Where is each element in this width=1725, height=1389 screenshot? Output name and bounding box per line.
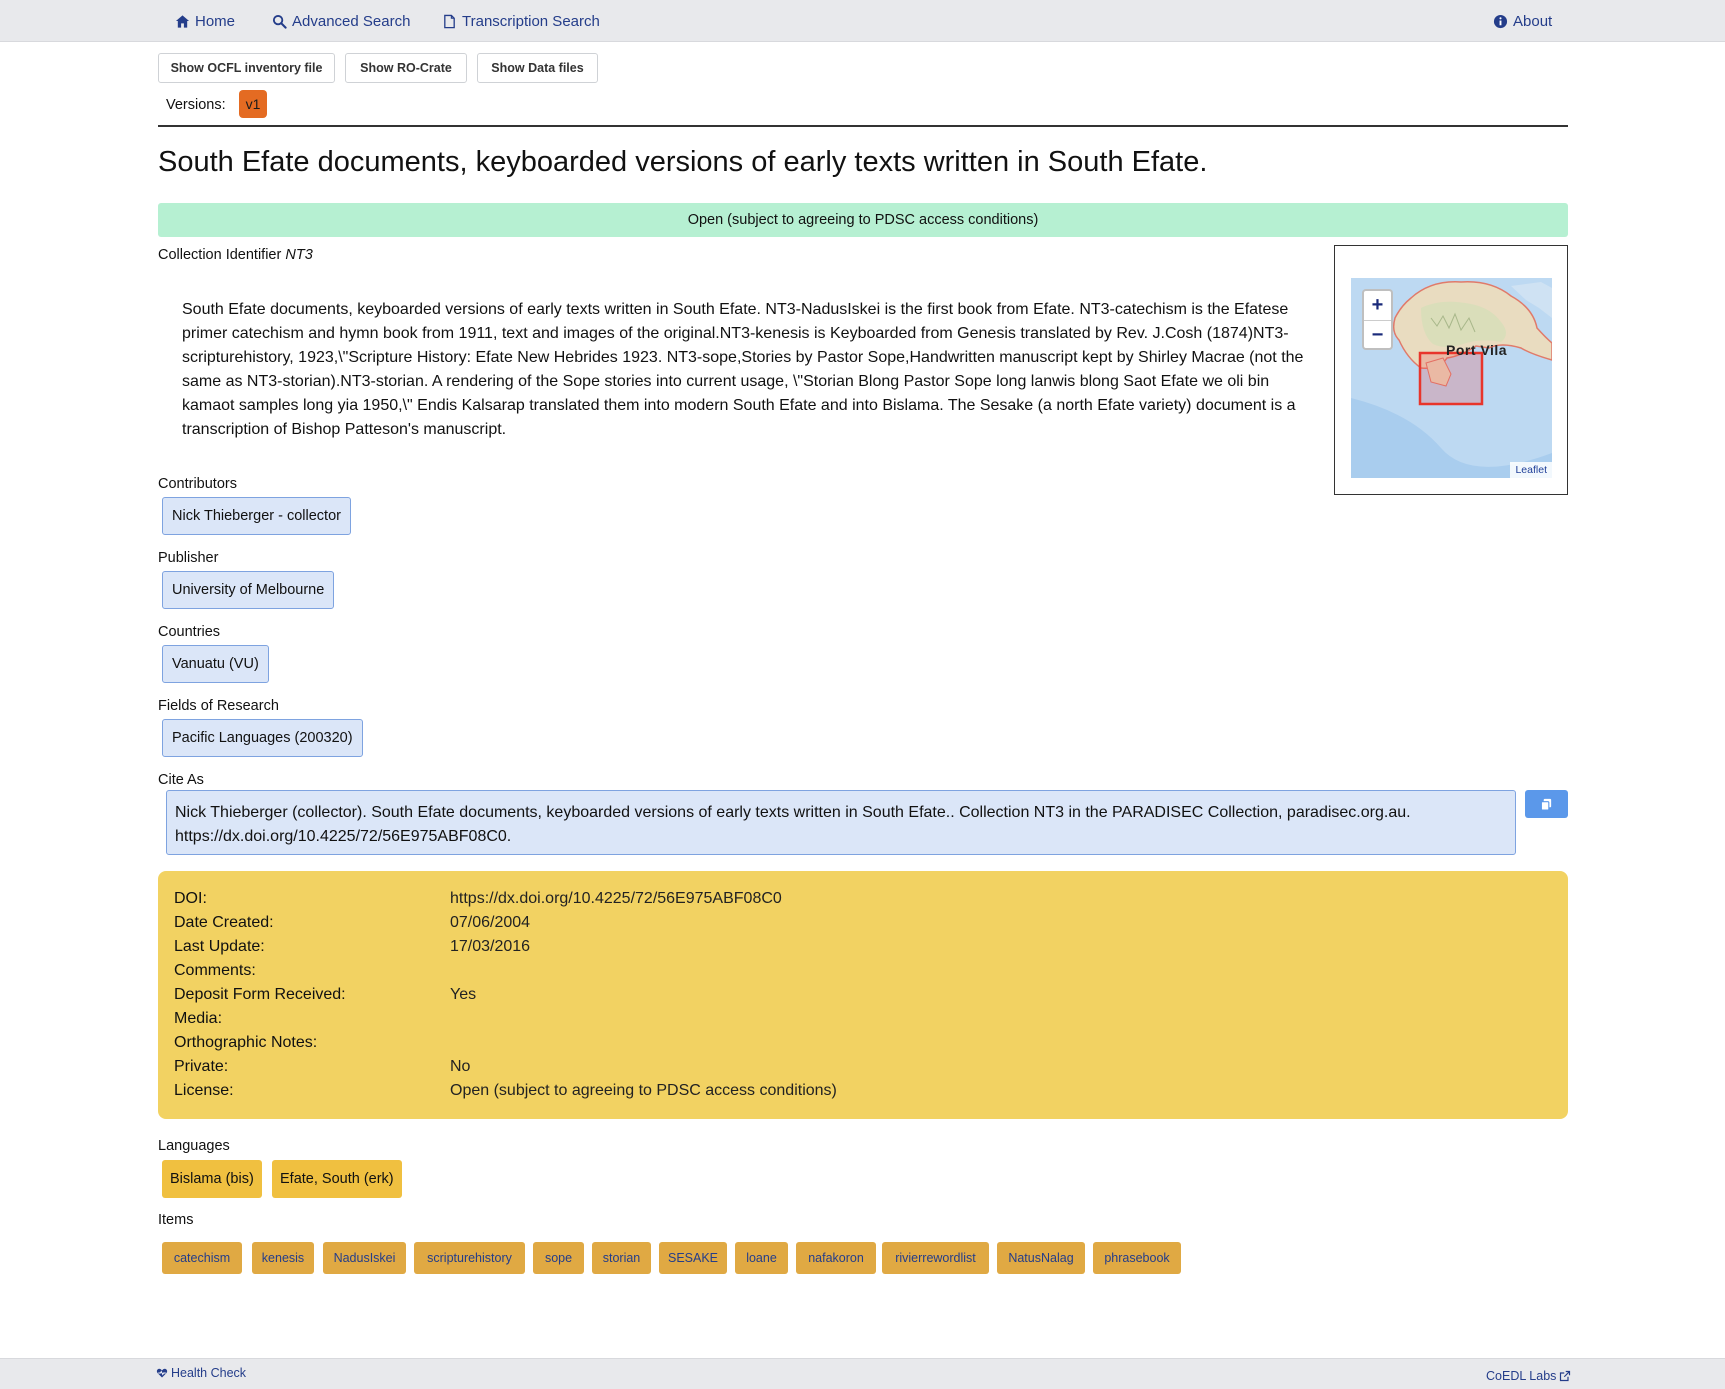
location-map[interactable]: + − Port Vila Leaflet <box>1351 278 1552 478</box>
item-chip-natusnalag[interactable]: NatusNalag <box>997 1242 1085 1274</box>
metadata-label-doi: DOI: <box>174 890 207 907</box>
map-zoom-out-button[interactable]: − <box>1364 320 1391 348</box>
show-ocfl-inventory-button[interactable]: Show OCFL inventory file <box>158 53 335 83</box>
items-label: Items <box>158 1212 194 1228</box>
metadata-label-date-created: Date Created: <box>174 914 274 931</box>
metadata-value-deposit-form: Yes <box>450 986 477 1003</box>
nav-advanced-search-label: Advanced Search <box>292 12 411 30</box>
item-chip-rivierrewordlist[interactable]: rivierrewordlist <box>882 1242 989 1274</box>
health-check-label: Health Check <box>171 1366 247 1380</box>
contributors-label: Contributors <box>158 476 237 492</box>
item-chip-sesake[interactable]: SESAKE <box>659 1242 727 1274</box>
metadata-panel: DOI: https://dx.doi.org/10.4225/72/56E97… <box>158 871 1568 1119</box>
nav-transcription-search-link[interactable]: Transcription Search <box>442 0 600 42</box>
item-chip-loane[interactable]: loane <box>735 1242 788 1274</box>
nav-about-label: About <box>1513 12 1553 30</box>
page-footer: Health Check CoEDL Labs <box>0 1358 1725 1389</box>
metadata-label-orthographic-notes: Orthographic Notes: <box>174 1034 318 1051</box>
metadata-label-deposit-form: Deposit Form Received: <box>174 986 346 1003</box>
copy-citation-button[interactable] <box>1525 790 1568 818</box>
nav-home-label: Home <box>195 12 236 30</box>
coedl-labs-link[interactable]: CoEDL Labs <box>1486 1369 1571 1383</box>
publisher-label: Publisher <box>158 550 219 566</box>
nav-about-link[interactable]: About <box>1493 0 1552 42</box>
contributor-chip[interactable]: Nick Thieberger - collector <box>162 497 351 535</box>
item-chip-scripturehistory[interactable]: scripturehistory <box>414 1242 525 1274</box>
metadata-label-last-update: Last Update: <box>174 938 265 955</box>
metadata-value-private: No <box>450 1058 471 1075</box>
collection-identifier-label: Collection Identifier <box>158 247 282 263</box>
field-of-research-chip[interactable]: Pacific Languages (200320) <box>162 719 363 757</box>
language-chip-bislama[interactable]: Bislama (bis) <box>162 1160 262 1198</box>
map-zoom-control: + − <box>1362 289 1393 350</box>
nav-transcription-search-label: Transcription Search <box>462 12 600 30</box>
versions-label: Versions: <box>166 97 226 113</box>
metadata-value-date-created: 07/06/2004 <box>450 914 531 931</box>
collection-identifier: Collection Identifier NT3 <box>158 246 313 264</box>
metadata-label-private: Private: <box>174 1058 229 1075</box>
info-icon <box>1493 14 1508 28</box>
metadata-label-comments: Comments: <box>174 962 256 979</box>
metadata-value-doi[interactable]: https://dx.doi.org/10.4225/72/56E975ABF0… <box>450 887 782 911</box>
title-divider <box>158 125 1568 127</box>
collection-description: South Efate documents, keyboarded versio… <box>182 301 1304 438</box>
country-chip[interactable]: Vanuatu (VU) <box>162 645 269 683</box>
version-v1-badge[interactable]: v1 <box>239 90 267 118</box>
item-chip-kenesis[interactable]: kenesis <box>252 1242 314 1274</box>
metadata-value-last-update: 17/03/2016 <box>450 938 531 955</box>
countries-label: Countries <box>158 624 221 640</box>
item-chip-phrasebook[interactable]: phrasebook <box>1093 1242 1181 1274</box>
file-icon <box>444 14 455 28</box>
publisher-chip[interactable]: University of Melbourne <box>162 571 335 609</box>
home-icon <box>175 14 190 28</box>
language-chip-efate-south[interactable]: Efate, South (erk) <box>272 1160 402 1198</box>
external-link-icon <box>1560 1370 1571 1382</box>
citation-text[interactable]: Nick Thieberger (collector). South Efate… <box>166 790 1516 855</box>
search-icon <box>272 14 287 29</box>
heartbeat-icon <box>156 1368 168 1378</box>
map-place-label: Port Vila <box>1446 342 1508 358</box>
access-status-banner: Open (subject to agreeing to PDSC access… <box>158 203 1568 237</box>
item-chip-catechism[interactable]: catechism <box>162 1242 242 1274</box>
copy-icon <box>1540 798 1552 811</box>
map-zoom-in-button[interactable]: + <box>1364 291 1391 320</box>
map-attribution-link[interactable]: Leaflet <box>1510 462 1552 478</box>
item-chip-sope[interactable]: sope <box>533 1242 584 1274</box>
collection-identifier-value: NT3 <box>285 247 313 263</box>
map-panel: + − Port Vila Leaflet <box>1334 245 1568 495</box>
item-chip-nafakoron[interactable]: nafakoron <box>796 1242 876 1274</box>
metadata-value-license: Open (subject to agreeing to PDSC access… <box>450 1082 837 1099</box>
cite-as-label: Cite As <box>158 772 204 788</box>
health-check-link[interactable]: Health Check <box>156 1366 246 1380</box>
top-navbar: Home Advanced Search Transcription Searc… <box>0 0 1725 42</box>
coedl-labs-label: CoEDL Labs <box>1486 1369 1557 1383</box>
nav-advanced-search-link[interactable]: Advanced Search <box>272 0 410 42</box>
page-title: South Efate documents, keyboarded versio… <box>158 146 1208 178</box>
item-chip-storian[interactable]: storian <box>592 1242 651 1274</box>
languages-label: Languages <box>158 1138 230 1154</box>
metadata-label-media: Media: <box>174 1010 223 1027</box>
show-data-files-button[interactable]: Show Data files <box>477 53 598 83</box>
fields-of-research-label: Fields of Research <box>158 698 279 714</box>
metadata-label-license: License: <box>174 1082 234 1099</box>
nav-home-link[interactable]: Home <box>175 0 235 42</box>
show-ro-crate-button[interactable]: Show RO-Crate <box>345 53 467 83</box>
item-chip-nadusiskei[interactable]: NadusIskei <box>323 1242 406 1274</box>
